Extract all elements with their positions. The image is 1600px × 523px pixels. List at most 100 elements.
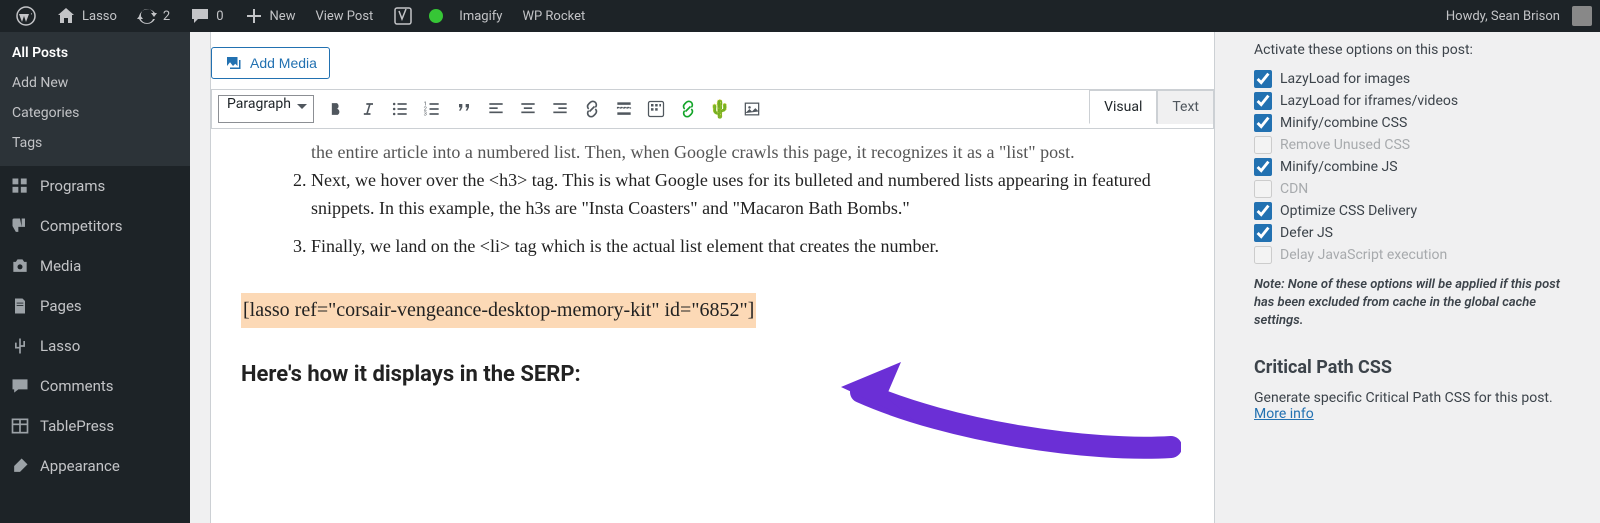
plus-icon — [244, 6, 264, 26]
align-left-button[interactable] — [480, 93, 512, 125]
option-minify-combine-js[interactable]: Minify/combine JS — [1254, 158, 1576, 176]
more-button[interactable] — [608, 93, 640, 125]
annotation-arrow — [831, 352, 1181, 472]
align-center-button[interactable] — [512, 93, 544, 125]
align-center-icon — [518, 99, 538, 119]
editor-toolbar: Paragraph 123 🌵 — [211, 89, 1214, 129]
status-dot[interactable] — [423, 0, 449, 32]
critical-css-text: Generate specific Critical Path CSS for … — [1254, 390, 1576, 422]
link-button[interactable] — [576, 93, 608, 125]
option-checkbox[interactable] — [1254, 224, 1272, 242]
site-home-link[interactable]: Lasso — [46, 0, 127, 32]
content-li-3: Finally, we land on the <li> tag which i… — [311, 233, 1184, 261]
option-checkbox — [1254, 246, 1272, 264]
kitchen-sink-icon — [646, 99, 666, 119]
editor-wrap: Add Media Visual Text Paragraph 123 🌵 — [210, 32, 1215, 523]
refresh-icon — [137, 6, 157, 26]
italic-icon — [358, 99, 378, 119]
bold-button[interactable] — [320, 93, 352, 125]
quote-button[interactable] — [448, 93, 480, 125]
align-right-button[interactable] — [544, 93, 576, 125]
option-minify-combine-css[interactable]: Minify/combine CSS — [1254, 114, 1576, 132]
updates-count: 2 — [163, 9, 170, 24]
format-selector[interactable]: Paragraph — [218, 95, 314, 123]
comments-count: 0 — [216, 9, 223, 24]
sidebar-item-programs[interactable]: Programs — [0, 166, 190, 206]
sidebar-item-tablepress[interactable]: TablePress — [0, 406, 190, 446]
option-delay-javascript-execution: Delay JavaScript execution — [1254, 246, 1576, 264]
option-defer-js[interactable]: Defer JS — [1254, 224, 1576, 242]
metabox-options: LazyLoad for images LazyLoad for iframes/… — [1254, 70, 1576, 264]
option-checkbox[interactable] — [1254, 92, 1272, 110]
chat-icon — [10, 376, 30, 396]
site-name: Lasso — [82, 9, 117, 24]
sidebar-item-comments[interactable]: Comments — [0, 366, 190, 406]
option-cdn: CDN — [1254, 180, 1576, 198]
cactus-icon: 🌵 — [709, 99, 731, 120]
wp-logo[interactable] — [6, 0, 46, 32]
wprocket-link[interactable]: WP Rocket — [512, 0, 595, 32]
sidebar-item-lasso[interactable]: Lasso — [0, 326, 190, 366]
lasso-shortcode: [lasso ref="corsair-vengeance-desktop-me… — [241, 293, 756, 328]
updates-link[interactable]: 2 — [127, 0, 180, 32]
content-li-2: Next, we hover over the <h3> tag. This i… — [311, 167, 1184, 223]
option-checkbox[interactable] — [1254, 158, 1272, 176]
more-info-link[interactable]: More info — [1254, 406, 1314, 422]
editor-mode-tabs: Visual Text — [1089, 90, 1214, 124]
image-button[interactable] — [736, 93, 768, 125]
option-checkbox — [1254, 136, 1272, 154]
cactus-icon — [10, 336, 30, 356]
option-checkbox — [1254, 180, 1272, 198]
howdy-link[interactable]: Howdy, Sean Brison — [1436, 0, 1564, 32]
comments-link[interactable]: 0 — [180, 0, 233, 32]
sidebar-item-media[interactable]: Media — [0, 246, 190, 286]
home-icon — [56, 6, 76, 26]
yoast-link[interactable] — [383, 0, 423, 32]
grid-icon — [10, 176, 30, 196]
ul-button[interactable] — [384, 93, 416, 125]
green-dot-icon — [429, 9, 443, 23]
option-lazyload-for-images[interactable]: LazyLoad for images — [1254, 70, 1576, 88]
option-remove-unused-css: Remove Unused CSS — [1254, 136, 1576, 154]
imagify-link[interactable]: Imagify — [449, 0, 512, 32]
sidebar-item-pages[interactable]: Pages — [0, 286, 190, 326]
camera-icon — [10, 256, 30, 276]
add-media-button[interactable]: Add Media — [211, 47, 330, 79]
tab-visual[interactable]: Visual — [1089, 90, 1157, 124]
user-avatar[interactable] — [1572, 6, 1592, 26]
admin-bar: Lasso 2 0 New View Post Imagify WP Rocke… — [0, 0, 1600, 32]
option-checkbox[interactable] — [1254, 114, 1272, 132]
submenu-categories[interactable]: Categories — [0, 98, 190, 128]
sidebar-item-competitors[interactable]: Competitors — [0, 206, 190, 246]
svg-text:3: 3 — [424, 112, 427, 118]
brush-icon — [10, 456, 30, 476]
comment-icon — [190, 6, 210, 26]
option-checkbox[interactable] — [1254, 202, 1272, 220]
cactus-button[interactable]: 🌵 — [704, 93, 736, 125]
admin-menu: ProgramsCompetitorsMediaPagesLassoCommen… — [0, 166, 190, 486]
image-icon — [742, 99, 762, 119]
thumbs-down-icon — [10, 216, 30, 236]
ul-icon — [390, 99, 410, 119]
page-icon — [10, 296, 30, 316]
link-icon — [582, 99, 602, 119]
admin-sidebar: All Posts Add New Categories Tags Progra… — [0, 32, 190, 523]
italic-button[interactable] — [352, 93, 384, 125]
new-link[interactable]: New — [234, 0, 306, 32]
option-checkbox[interactable] — [1254, 70, 1272, 88]
insert-link-green-button[interactable] — [672, 93, 704, 125]
option-lazyload-for-iframes-videos[interactable]: LazyLoad for iframes/videos — [1254, 92, 1576, 110]
readmore-icon — [614, 99, 634, 119]
ol-button[interactable]: 123 — [416, 93, 448, 125]
new-label: New — [270, 9, 296, 24]
tab-text[interactable]: Text — [1157, 90, 1214, 124]
sidebar-item-appearance[interactable]: Appearance — [0, 446, 190, 486]
submenu-add-new[interactable]: Add New — [0, 68, 190, 98]
toolbar-toggle-button[interactable] — [640, 93, 672, 125]
critical-css-heading: Critical Path CSS — [1254, 357, 1576, 378]
align-left-icon — [486, 99, 506, 119]
view-post-link[interactable]: View Post — [305, 0, 383, 32]
option-optimize-css-delivery[interactable]: Optimize CSS Delivery — [1254, 202, 1576, 220]
submenu-all-posts[interactable]: All Posts — [0, 38, 190, 68]
submenu-tags[interactable]: Tags — [0, 128, 190, 158]
